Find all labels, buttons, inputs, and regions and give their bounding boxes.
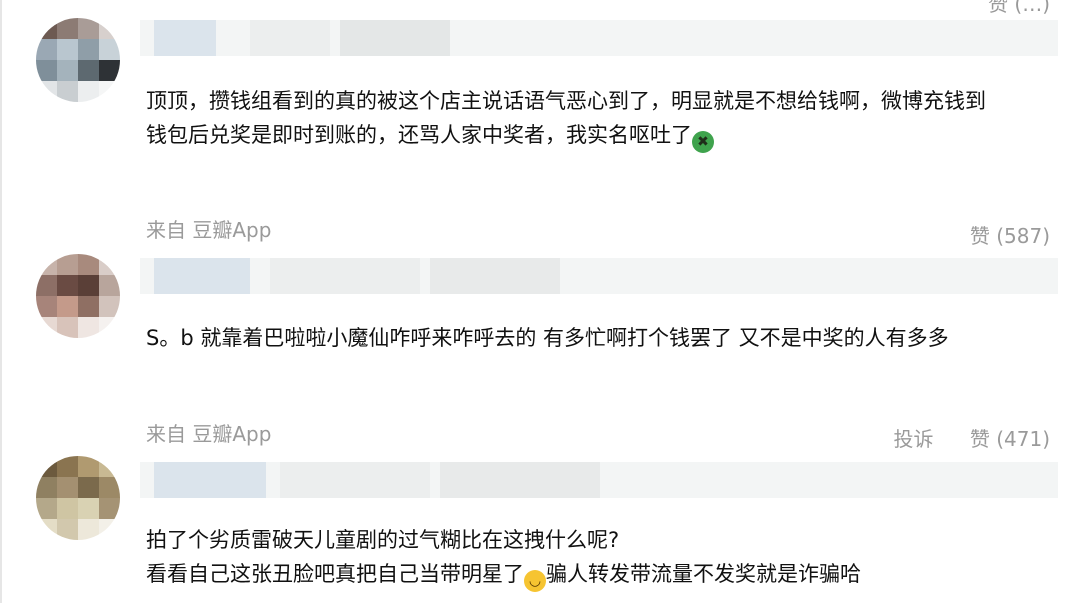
report-button[interactable]: 投诉	[894, 427, 934, 451]
comment-source: 来自 豆瓣App	[146, 422, 272, 446]
comment-text: 顶顶，攒钱组看到的真的被这个店主说话语气恶心到了，明显就是不想给钱啊，微博充钱到…	[146, 84, 1051, 153]
avatar[interactable]	[36, 18, 120, 102]
comment-text: 拍了个劣质雷破天儿童剧的过气糊比在这拽什么呢? 看看自己这张丑脸吧真把自己当带明…	[146, 523, 1051, 592]
comment-actions: 投诉 赞 (471)	[864, 423, 1051, 452]
avatar[interactable]	[36, 254, 120, 338]
avatar[interactable]	[36, 456, 120, 540]
grin-emoji-icon: ◡	[524, 570, 546, 592]
username-blurred[interactable]	[140, 258, 1058, 294]
left-border	[0, 0, 2, 603]
comment-source: 来自 豆瓣App	[146, 218, 272, 242]
comment-actions: 赞 (587)	[940, 220, 1050, 249]
vomit-emoji-icon: ✖	[692, 131, 714, 153]
like-button[interactable]: 赞 (587)	[970, 224, 1050, 248]
username-blurred[interactable]	[140, 20, 1058, 56]
like-count-partial[interactable]: 赞 (…)	[988, 0, 1050, 17]
username-blurred[interactable]	[140, 462, 1058, 498]
comment-text: S。b 就靠着巴啦啦小魔仙咋呼来咋呼去的 有多忙啊打个钱罢了 又不是中奖的人有多…	[146, 326, 949, 350]
like-button[interactable]: 赞 (471)	[970, 427, 1050, 451]
